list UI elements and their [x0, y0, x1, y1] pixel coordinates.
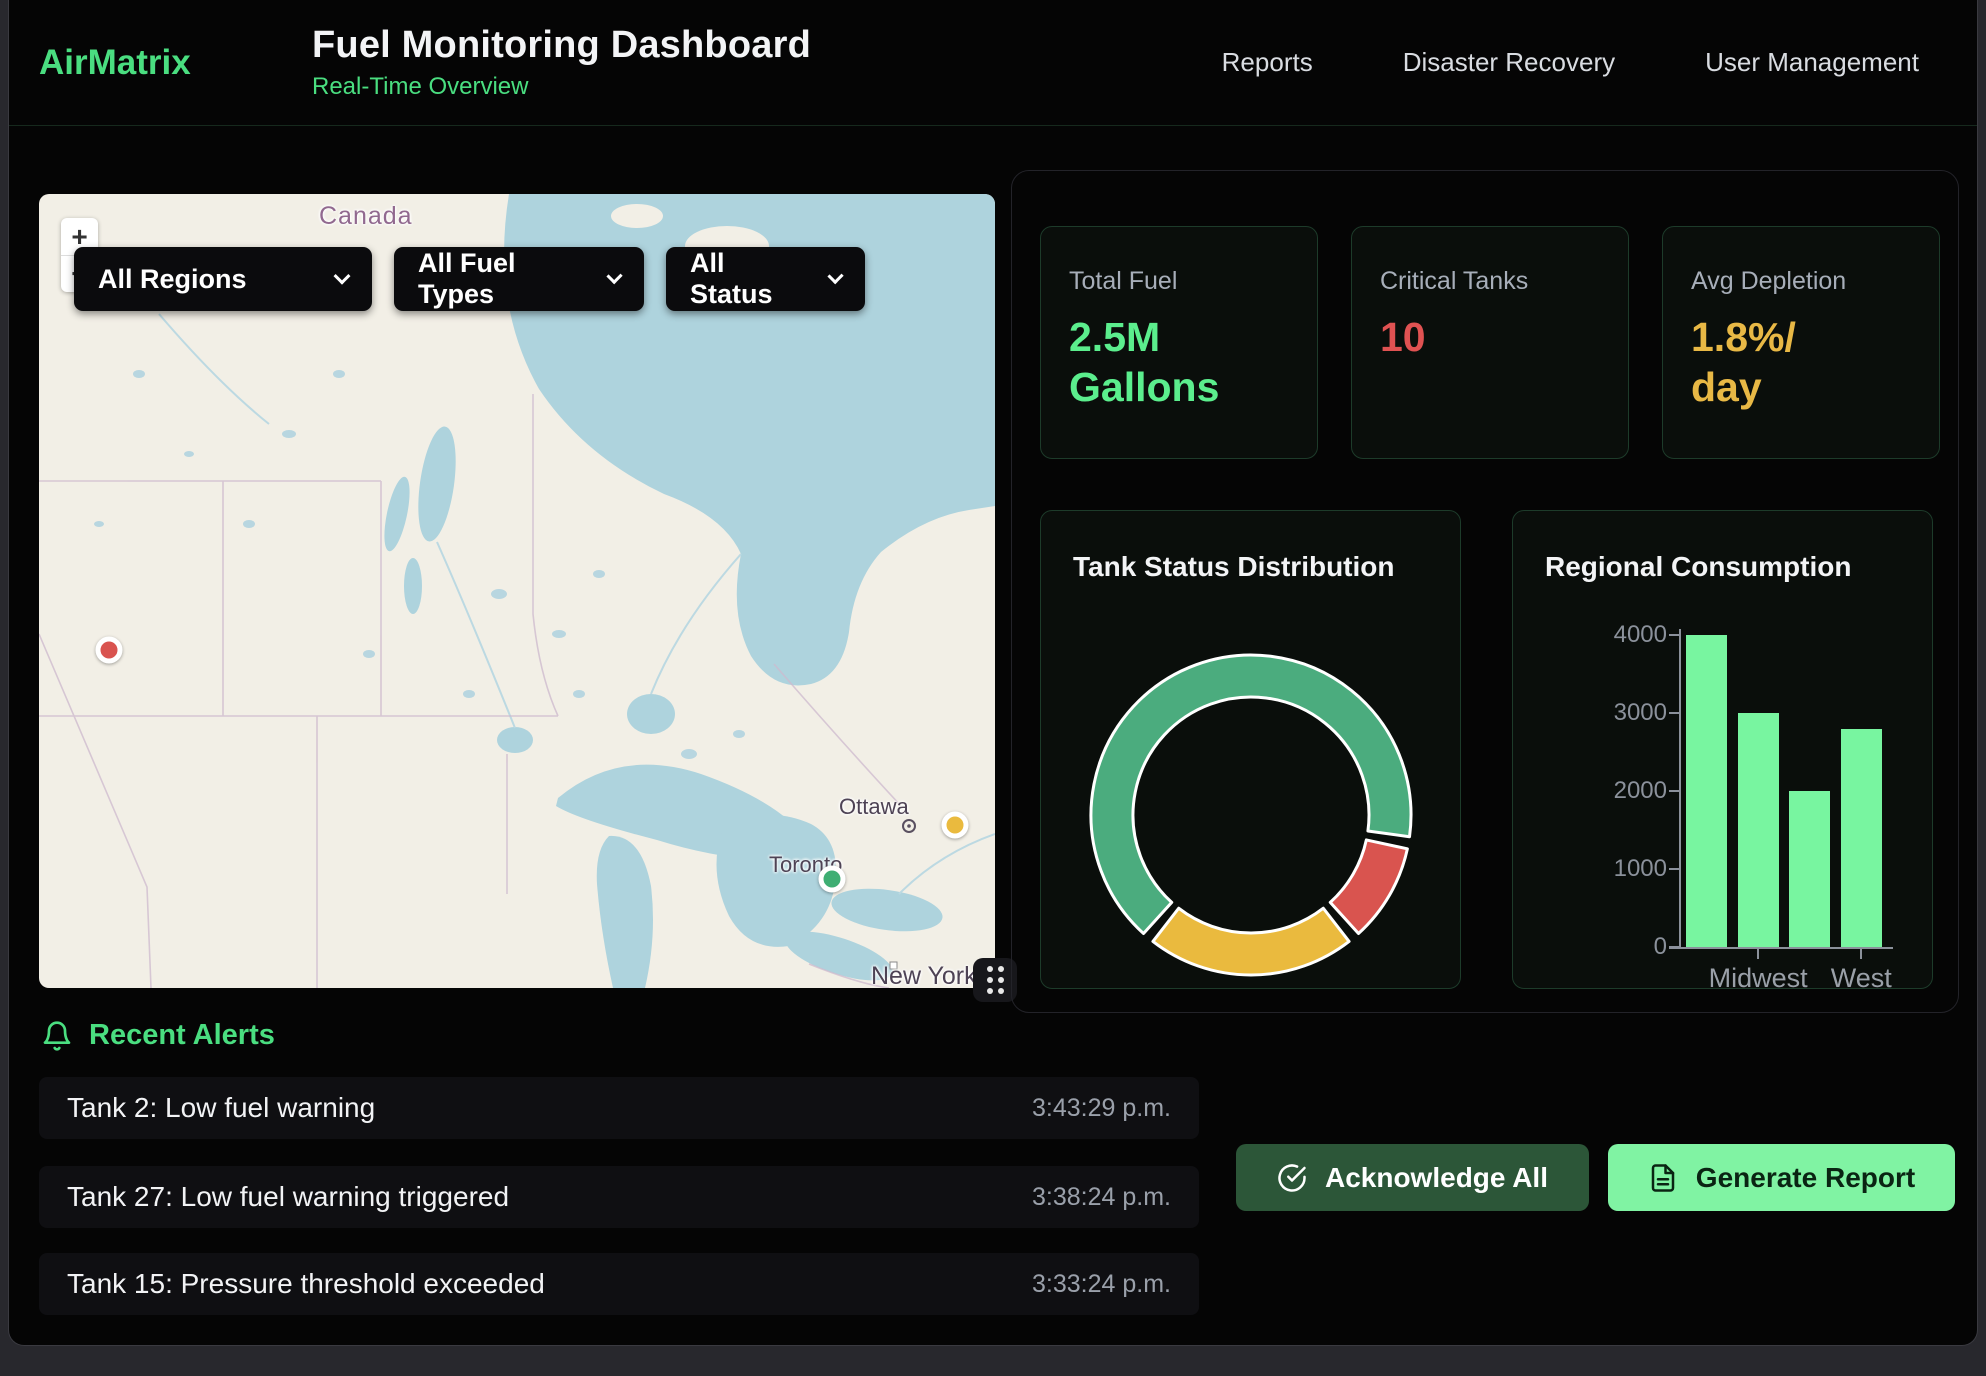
map-label-canada: Canada: [319, 202, 413, 231]
nav-disaster-recovery[interactable]: Disaster Recovery: [1403, 47, 1615, 78]
stat-value: 1.8%/ day: [1691, 312, 1911, 412]
donut-chart-title: Tank Status Distribution: [1073, 551, 1395, 583]
region-filter-value: All Regions: [98, 264, 247, 295]
bar-region-2: [1738, 713, 1779, 947]
recent-alerts-title: Recent Alerts: [89, 1019, 275, 1052]
page-subtitle: Real-Time Overview: [312, 73, 811, 101]
alert-row[interactable]: Tank 15: Pressure threshold exceeded 3:3…: [39, 1253, 1199, 1315]
stat-value: 10: [1380, 312, 1600, 362]
generate-report-button[interactable]: Generate Report: [1608, 1144, 1955, 1211]
map-label-new-york: New York: [871, 962, 977, 988]
y-tick-mark: [1669, 790, 1679, 792]
alert-timestamp: 3:43:29 p.m.: [1032, 1094, 1171, 1123]
map-canvas[interactable]: Canada Ottawa Toronto New York: [39, 194, 995, 988]
y-tick-label: 4000: [1597, 621, 1667, 649]
map-panel[interactable]: Canada Ottawa Toronto New York + − All R…: [39, 194, 995, 988]
page-title: Fuel Monitoring Dashboard: [312, 24, 811, 67]
y-tick-label: 3000: [1597, 699, 1667, 727]
x-tick-mark: [1757, 949, 1759, 959]
fuel-type-filter-value: All Fuel Types: [418, 248, 583, 310]
chevron-down-icon: [334, 268, 351, 285]
main-nav: Reports Disaster Recovery User Managemen…: [1222, 47, 1919, 78]
bar-region-4: [1841, 729, 1882, 947]
fuel-type-filter-select[interactable]: All Fuel Types: [394, 247, 644, 311]
alert-message: Tank 2: Low fuel warning: [67, 1092, 375, 1124]
y-tick-mark: [1669, 634, 1679, 636]
alert-row[interactable]: Tank 27: Low fuel warning triggered 3:38…: [39, 1166, 1199, 1228]
x-tick-mark: [1860, 949, 1862, 959]
tank-status-chart-card: Tank Status Distribution: [1040, 510, 1461, 989]
bar-region-1: [1686, 635, 1727, 947]
donut-segment-critical: [1330, 840, 1407, 934]
x-tick-label: West: [1831, 963, 1892, 994]
regional-consumption-bar-chart: 01000200030004000MidwestWest: [1513, 511, 1932, 988]
nav-user-management[interactable]: User Management: [1705, 47, 1919, 78]
metrics-panel: Total Fuel 2.5M Gallons Critical Tanks 1…: [1011, 170, 1959, 1013]
donut-segment-warning: [1153, 908, 1349, 975]
chevron-down-icon: [606, 268, 622, 284]
check-circle-icon: [1277, 1163, 1307, 1193]
nav-reports[interactable]: Reports: [1222, 47, 1313, 78]
y-tick-mark: [1669, 712, 1679, 714]
alert-timestamp: 3:33:24 p.m.: [1032, 1270, 1171, 1299]
brand-logo: AirMatrix: [39, 43, 244, 83]
acknowledge-all-button[interactable]: Acknowledge All: [1236, 1144, 1589, 1211]
stat-label: Critical Tanks: [1380, 267, 1600, 296]
tank-marker-critical[interactable]: [96, 637, 123, 664]
map-label-ottawa: Ottawa: [839, 794, 909, 820]
bar-region-3: [1789, 791, 1830, 947]
stat-card-critical-tanks: Critical Tanks 10: [1351, 226, 1629, 459]
header: AirMatrix Fuel Monitoring Dashboard Real…: [9, 0, 1977, 126]
report-document-icon: [1648, 1163, 1678, 1193]
tank-marker-normal[interactable]: [819, 866, 846, 893]
y-tick-label: 0: [1597, 933, 1667, 961]
tank-marker-warning[interactable]: [942, 812, 969, 839]
alert-timestamp: 3:38:24 p.m.: [1032, 1183, 1171, 1212]
y-axis-line: [1679, 629, 1681, 949]
basemap-art: [39, 194, 995, 988]
stat-card-total-fuel: Total Fuel 2.5M Gallons: [1040, 226, 1318, 459]
y-tick-mark: [1669, 946, 1679, 948]
map-filter-bar: All Regions All Fuel Types All Status: [74, 247, 865, 311]
app-window: AirMatrix Fuel Monitoring Dashboard Real…: [8, 0, 1978, 1346]
x-tick-label: Midwest: [1709, 963, 1808, 994]
alert-row[interactable]: Tank 2: Low fuel warning 3:43:29 p.m.: [39, 1077, 1199, 1139]
y-tick-label: 2000: [1597, 777, 1667, 805]
regional-consumption-chart-card: Regional Consumption 01000200030004000Mi…: [1512, 510, 1933, 989]
region-filter-select[interactable]: All Regions: [74, 247, 372, 311]
recent-alerts-header: Recent Alerts: [41, 1019, 275, 1052]
chevron-down-icon: [827, 268, 843, 284]
stat-value: 2.5M Gallons: [1069, 312, 1289, 412]
alert-message: Tank 27: Low fuel warning triggered: [67, 1181, 509, 1213]
alert-message: Tank 15: Pressure threshold exceeded: [67, 1268, 545, 1300]
tank-status-donut-chart: [1041, 647, 1462, 990]
generate-report-label: Generate Report: [1696, 1162, 1915, 1194]
stat-label: Total Fuel: [1069, 267, 1289, 296]
stat-card-avg-depletion: Avg Depletion 1.8%/ day: [1662, 226, 1940, 459]
stat-label: Avg Depletion: [1691, 267, 1911, 296]
bell-icon: [41, 1020, 73, 1052]
title-block: Fuel Monitoring Dashboard Real-Time Over…: [312, 24, 811, 101]
y-tick-mark: [1669, 868, 1679, 870]
status-filter-select[interactable]: All Status: [666, 247, 865, 311]
status-filter-value: All Status: [690, 248, 804, 310]
y-tick-label: 1000: [1597, 855, 1667, 883]
acknowledge-all-label: Acknowledge All: [1325, 1162, 1548, 1194]
